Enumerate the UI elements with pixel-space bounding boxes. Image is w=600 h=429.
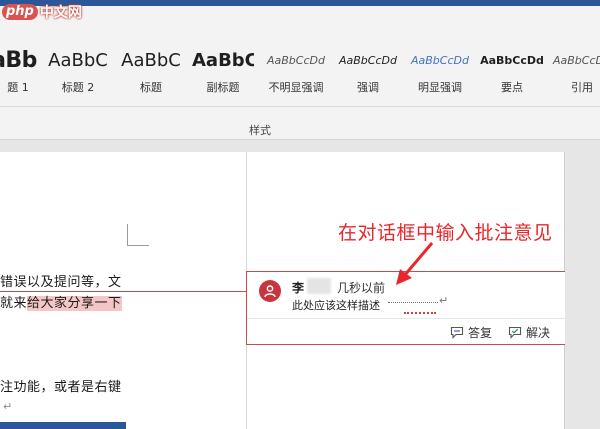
style-preview: AaBbCcDd: [267, 54, 325, 67]
style-heading-2[interactable]: AaBbC 标题 2: [46, 46, 110, 106]
user-icon: [264, 285, 276, 298]
document-area: 错误以及提问等，文 就来给大家分享一下 注功能，或者是右键 ↵ 李 几秒以前 此…: [0, 141, 600, 429]
comment-divider: [247, 318, 566, 319]
style-preview: AaBbC: [192, 50, 254, 71]
paragraph-mark: ↵: [3, 400, 13, 413]
style-heading-1[interactable]: aBb 题 1: [0, 46, 38, 106]
annotation-arrow: [396, 242, 434, 285]
style-label: 不明显强调: [268, 81, 324, 94]
page-corner-mark: [127, 224, 149, 246]
body-text-plain: 就来: [0, 296, 28, 311]
comment-connector-line: [0, 291, 246, 292]
resolve-button[interactable]: 解决: [508, 324, 550, 341]
comment-paragraph-mark: ↵: [439, 294, 449, 307]
commented-text-highlight[interactable]: 给大家分享一下: [27, 296, 122, 311]
style-preview: AaBbCcDd: [339, 54, 397, 67]
style-strong[interactable]: AaBbCcDd 要点: [480, 46, 544, 106]
resolve-icon: [508, 326, 522, 339]
style-preview: aBb: [0, 48, 37, 73]
style-label: 副标题: [206, 81, 240, 94]
style-label: 要点: [501, 81, 523, 94]
style-label: 明显强调: [418, 81, 462, 94]
style-label: 引用: [571, 81, 593, 94]
style-quote[interactable]: AaBbCcDd 引用: [552, 46, 600, 106]
style-preview: AaBbCcDd: [480, 54, 544, 67]
comment-trailing-dots: [388, 302, 438, 303]
body-line-3[interactable]: 注功能，或者是右键: [0, 376, 122, 395]
style-label: 标题 2: [61, 81, 95, 94]
status-strip: [0, 422, 126, 429]
style-subtle-emphasis[interactable]: AaBbCcDd 不明显强调: [263, 46, 329, 106]
comment-author: 李: [292, 281, 305, 295]
spellcheck-squiggle: [404, 310, 436, 314]
reply-icon: [450, 326, 464, 339]
comment-input[interactable]: 此处应该这样描述: [292, 297, 380, 313]
style-preview: AaBbC: [121, 50, 181, 71]
ribbon-styles-panel: aBb 题 1 AaBbC 标题 2 AaBbC 标题 AaBbC 副标题 Aa…: [0, 6, 600, 140]
ribbon-divider: [0, 106, 600, 107]
style-label: 强调: [357, 81, 379, 94]
site-watermark: php 中文网: [2, 0, 82, 24]
body-line-2[interactable]: 就来给大家分享一下: [0, 292, 122, 311]
style-preview: AaBbCcDd: [553, 54, 600, 67]
annotation-callout: 在对话框中输入批注意见: [338, 222, 553, 244]
blurred-author-name: [307, 278, 331, 294]
styles-gallery: aBb 题 1 AaBbC 标题 2 AaBbC 标题 AaBbC 副标题 Aa…: [0, 46, 600, 106]
user-avatar: [259, 280, 281, 302]
style-title[interactable]: AaBbC 标题: [120, 46, 182, 106]
styles-group-label: 样式: [249, 124, 271, 137]
style-intense-emphasis[interactable]: AaBbCcDd 明显强调: [408, 46, 472, 106]
comment-timestamp: 几秒以前: [337, 281, 386, 295]
style-emphasis[interactable]: AaBbCcDd 强调: [336, 46, 400, 106]
style-label: 题 1: [7, 81, 29, 94]
watermark-logo: php: [2, 4, 38, 20]
style-preview: AaBbCcDd: [411, 54, 469, 67]
style-label: 标题: [140, 81, 162, 94]
watermark-text: 中文网: [39, 5, 82, 21]
document-page[interactable]: 错误以及提问等，文 就来给大家分享一下 注功能，或者是右键 ↵ 李 几秒以前 此…: [0, 152, 566, 429]
style-subtitle[interactable]: AaBbC 副标题: [192, 46, 254, 106]
style-preview: AaBbC: [48, 50, 108, 71]
reply-label: 答复: [468, 326, 493, 340]
resolve-label: 解决: [526, 326, 551, 340]
body-line-1[interactable]: 错误以及提问等，文: [0, 271, 122, 290]
reply-button[interactable]: 答复: [450, 324, 492, 341]
